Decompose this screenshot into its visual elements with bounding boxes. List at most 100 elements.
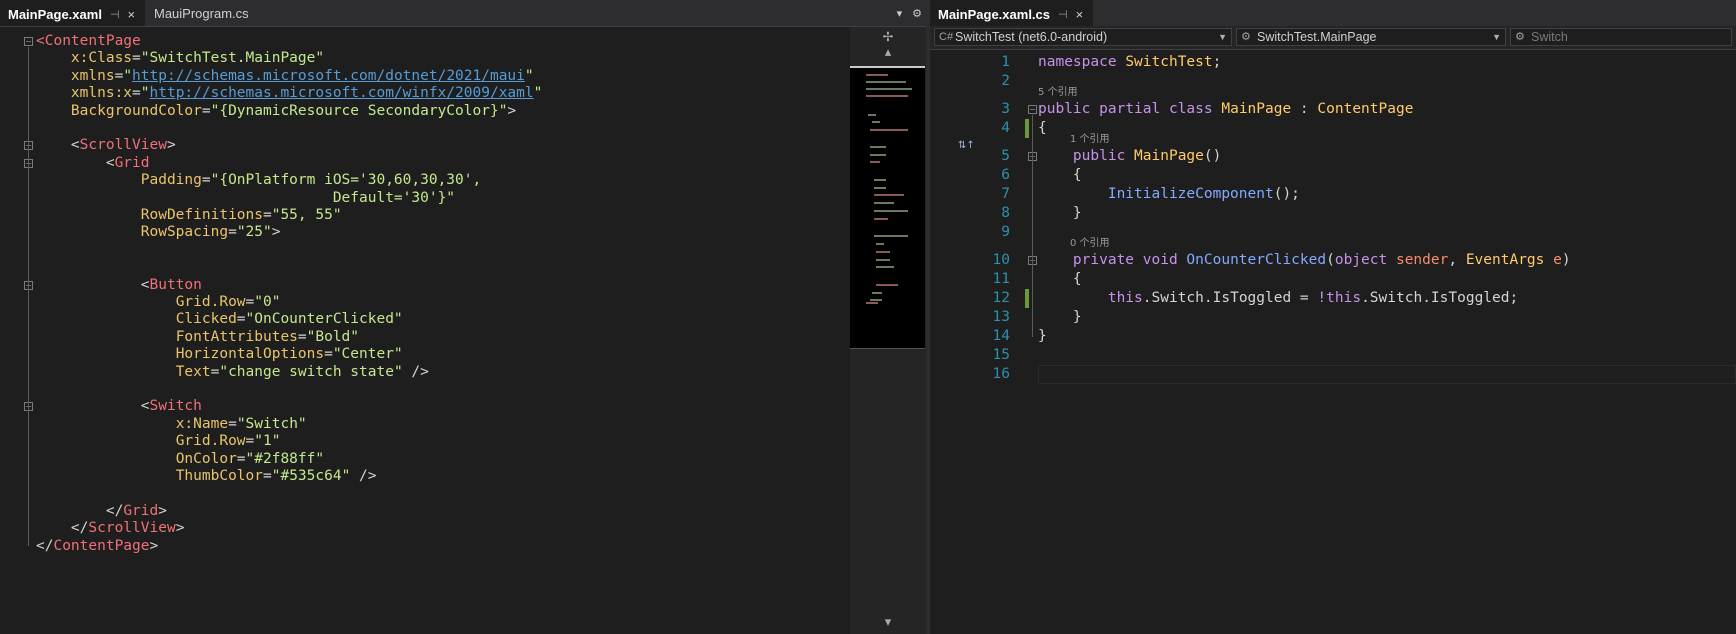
code-token: = [228,224,237,241]
type-dropdown[interactable]: ⚙ SwitchTest.MainPage ▼ [1236,28,1506,46]
code-token: RowDefinitions [140,207,263,223]
xaml-code-area[interactable]: <ContentPage x:Class="SwitchTest.MainPag… [0,27,850,634]
close-icon[interactable]: × [1076,7,1084,22]
codelens-references[interactable]: 1 个引用 [1070,130,1110,145]
code-token: "Switch" [236,415,307,432]
current-line-highlight [1038,365,1736,384]
minimap-line [870,161,880,163]
code-minimap[interactable] [850,66,925,349]
code-token: " [533,85,543,102]
code-line: Default='30'}" [36,189,455,208]
code-line: x:Class="SwitchTest.MainPage" [36,49,324,68]
code-token: ThumbColor [175,468,263,484]
minimap-line [872,292,882,294]
code-token: . [1142,290,1152,306]
code-token: Switch [149,398,202,415]
code-token: RowSpacing [140,224,229,241]
code-token: { [1072,271,1082,287]
code-token: = [263,468,272,484]
csharp-editor-pane: MainPage.xaml.cs ⊣ × C# SwitchTest (net6… [930,0,1736,634]
fold-toggle-icon[interactable]: − [1028,105,1037,114]
code-token: xmlns:x [70,85,133,102]
code-token: " [524,67,534,84]
code-token: http://schemas.microsoft.com/winfx/2009/… [149,85,534,102]
code-token: public [1038,101,1091,117]
code-token: "25" [236,224,272,241]
code-line: RowSpacing="25"> [36,223,281,242]
code-line: } [1038,204,1082,223]
project-label: SwitchTest (net6.0-android) [955,30,1108,44]
csharp-code-area[interactable]: ⇅↑ 1 2 3 4 5 6 7 8 9 10 11 12 13 14 15 16 namespace Swit… [930,49,1736,634]
split-icon[interactable]: ✢ [850,30,926,45]
tab-mauiprogram-cs[interactable]: MauiProgram.cs [146,0,276,26]
code-token: MainPage [1134,148,1204,164]
chevron-down-icon[interactable]: ▾ [897,7,903,20]
minimap-line [876,251,890,253]
code-token: void [1142,252,1178,268]
minimap-line [874,202,894,204]
pin-icon[interactable]: ⊣ [110,8,120,21]
csharp-project-icon: C# [939,31,954,43]
line-number: 12 [992,290,1010,306]
member-icon: ⚙ [1515,31,1525,43]
code-line: Grid.Row="0" [36,293,281,312]
minimap-line [866,81,906,83]
tab-mainpage-xaml[interactable]: MainPage.xaml ⊣ × [0,0,145,26]
codelens-references[interactable]: 0 个引用 [1070,234,1110,249]
code-token: </ [70,520,89,537]
code-line: <Button [36,276,202,295]
code-line: x:Name="Switch" [36,415,307,434]
code-line: <ContentPage [36,32,141,51]
member-dropdown[interactable]: ⚙ Switch [1510,28,1732,46]
tab-label: MainPage.xaml [8,6,102,22]
codelens-references[interactable]: 5 个引用 [1038,83,1078,98]
code-token: "{DynamicResource SecondaryColor}" [210,102,508,119]
close-icon[interactable]: × [128,7,136,22]
code-token: MainPage [1221,101,1292,117]
gear-icon[interactable]: ⚙ [912,7,922,20]
code-token: private [1072,252,1135,268]
code-token: } [1072,309,1082,325]
code-token: http://schemas.microsoft.com/dotnet/2021… [132,67,525,84]
code-token: = [201,102,211,119]
code-token: "OnCounterClicked" [245,311,403,328]
minimap-line [876,266,894,268]
minimap-line [876,259,890,261]
minimap-line [866,302,878,304]
class-icon: ⚙ [1241,31,1251,43]
code-token: () [1203,148,1222,164]
scroll-up-icon[interactable]: ▴ [850,45,926,60]
left-tab-bar: MainPage.xaml ⊣ × MauiProgram.cs ▾ ⚙ [0,0,926,27]
code-line: <Switch [36,397,202,416]
minimap-line [870,299,882,301]
minimap-line [870,129,908,131]
pin-icon[interactable]: ⊣ [1058,8,1068,21]
code-token: partial [1099,101,1161,117]
code-token: OnColor [175,450,237,467]
code-line: xmlns="http://schemas.microsoft.com/dotn… [36,67,534,86]
chevron-down-icon: ▼ [1218,32,1227,42]
fold-toggle-icon[interactable]: − [24,37,33,46]
project-dropdown[interactable]: C# SwitchTest (net6.0-android) ▼ [934,28,1232,46]
code-token: Grid [114,154,150,171]
code-line: <Grid [36,154,150,173]
scroll-down-icon[interactable]: ▾ [850,615,926,630]
code-token: this [1326,290,1362,306]
tab-mainpage-xaml-cs[interactable]: MainPage.xaml.cs ⊣ × [930,0,1093,26]
code-line: { [1038,270,1082,289]
minimap-line [866,88,912,90]
code-line: private void OnCounterClicked(object sen… [1038,251,1571,270]
